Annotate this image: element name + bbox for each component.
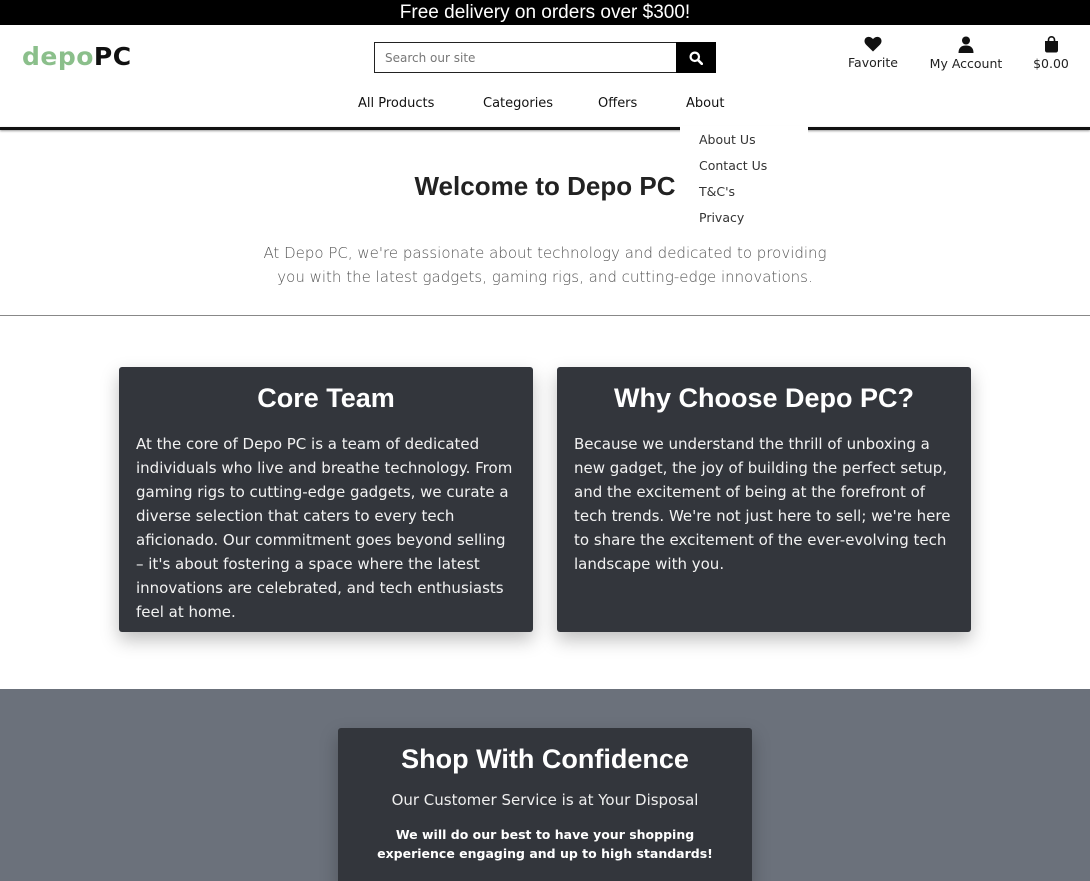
dropdown-item-about-us[interactable]: About Us: [699, 132, 808, 158]
dropdown-item-terms[interactable]: T&C's: [699, 184, 808, 210]
why-choose-card: Why Choose Depo PC? Because we understan…: [557, 367, 971, 632]
section-divider: [0, 315, 1090, 316]
search-button[interactable]: [676, 42, 716, 73]
heart-icon: [864, 36, 882, 52]
dropdown-item-privacy[interactable]: Privacy: [699, 210, 808, 236]
nav-about[interactable]: About: [686, 96, 724, 111]
nav-categories[interactable]: Categories: [483, 96, 553, 111]
core-team-text: At the core of Depo PC is a team of dedi…: [136, 435, 513, 621]
user-icon: [958, 36, 974, 53]
about-dropdown-menu: About Us Contact Us T&C's Privacy: [680, 126, 808, 230]
search-icon: [689, 51, 703, 65]
search-input[interactable]: [374, 42, 676, 73]
nav-all-products[interactable]: All Products: [358, 96, 434, 111]
why-choose-title: Why Choose Depo PC?: [613, 383, 914, 413]
shop-confidence-subtitle: Our Customer Service is at Your Disposal: [391, 791, 699, 809]
promo-text: Free delivery on orders over $300!: [399, 2, 691, 23]
cart-total: $0.00: [1033, 56, 1069, 71]
shop-confidence-title: Shop With Confidence: [401, 744, 689, 774]
cart-link[interactable]: $0.00: [1026, 36, 1076, 71]
shop-confidence-text: We will do our best to have your shoppin…: [377, 827, 713, 861]
shopping-bag-icon: [1044, 36, 1058, 53]
search-form: [374, 42, 716, 73]
site-logo[interactable]: depoPC: [22, 42, 132, 71]
welcome-heading: Welcome to Depo PC: [414, 171, 676, 201]
logo-text-depo: depo: [22, 42, 94, 71]
core-team-title: Core Team: [257, 383, 395, 413]
main-nav: All Products Categories Offers About: [0, 92, 1090, 118]
welcome-text: At Depo PC, we're passionate about techn…: [263, 244, 827, 286]
why-choose-text: Because we understand the thrill of unbo…: [574, 435, 951, 573]
confidence-section: Shop With Confidence Our Customer Servic…: [0, 689, 1090, 881]
my-account-label: My Account: [929, 56, 1003, 71]
nav-offers[interactable]: Offers: [598, 96, 637, 111]
logo-text-pc: PC: [93, 42, 132, 71]
favorite-link[interactable]: Favorite: [843, 36, 903, 70]
dropdown-item-contact-us[interactable]: Contact Us: [699, 158, 808, 184]
core-team-card: Core Team At the core of Depo PC is a te…: [119, 367, 533, 632]
favorite-label: Favorite: [848, 55, 898, 70]
my-account-link[interactable]: My Account: [925, 36, 1007, 71]
header-divider: [0, 127, 1090, 130]
shop-confidence-card: Shop With Confidence Our Customer Servic…: [338, 728, 752, 881]
promo-banner: Free delivery on orders over $300!: [0, 0, 1090, 25]
